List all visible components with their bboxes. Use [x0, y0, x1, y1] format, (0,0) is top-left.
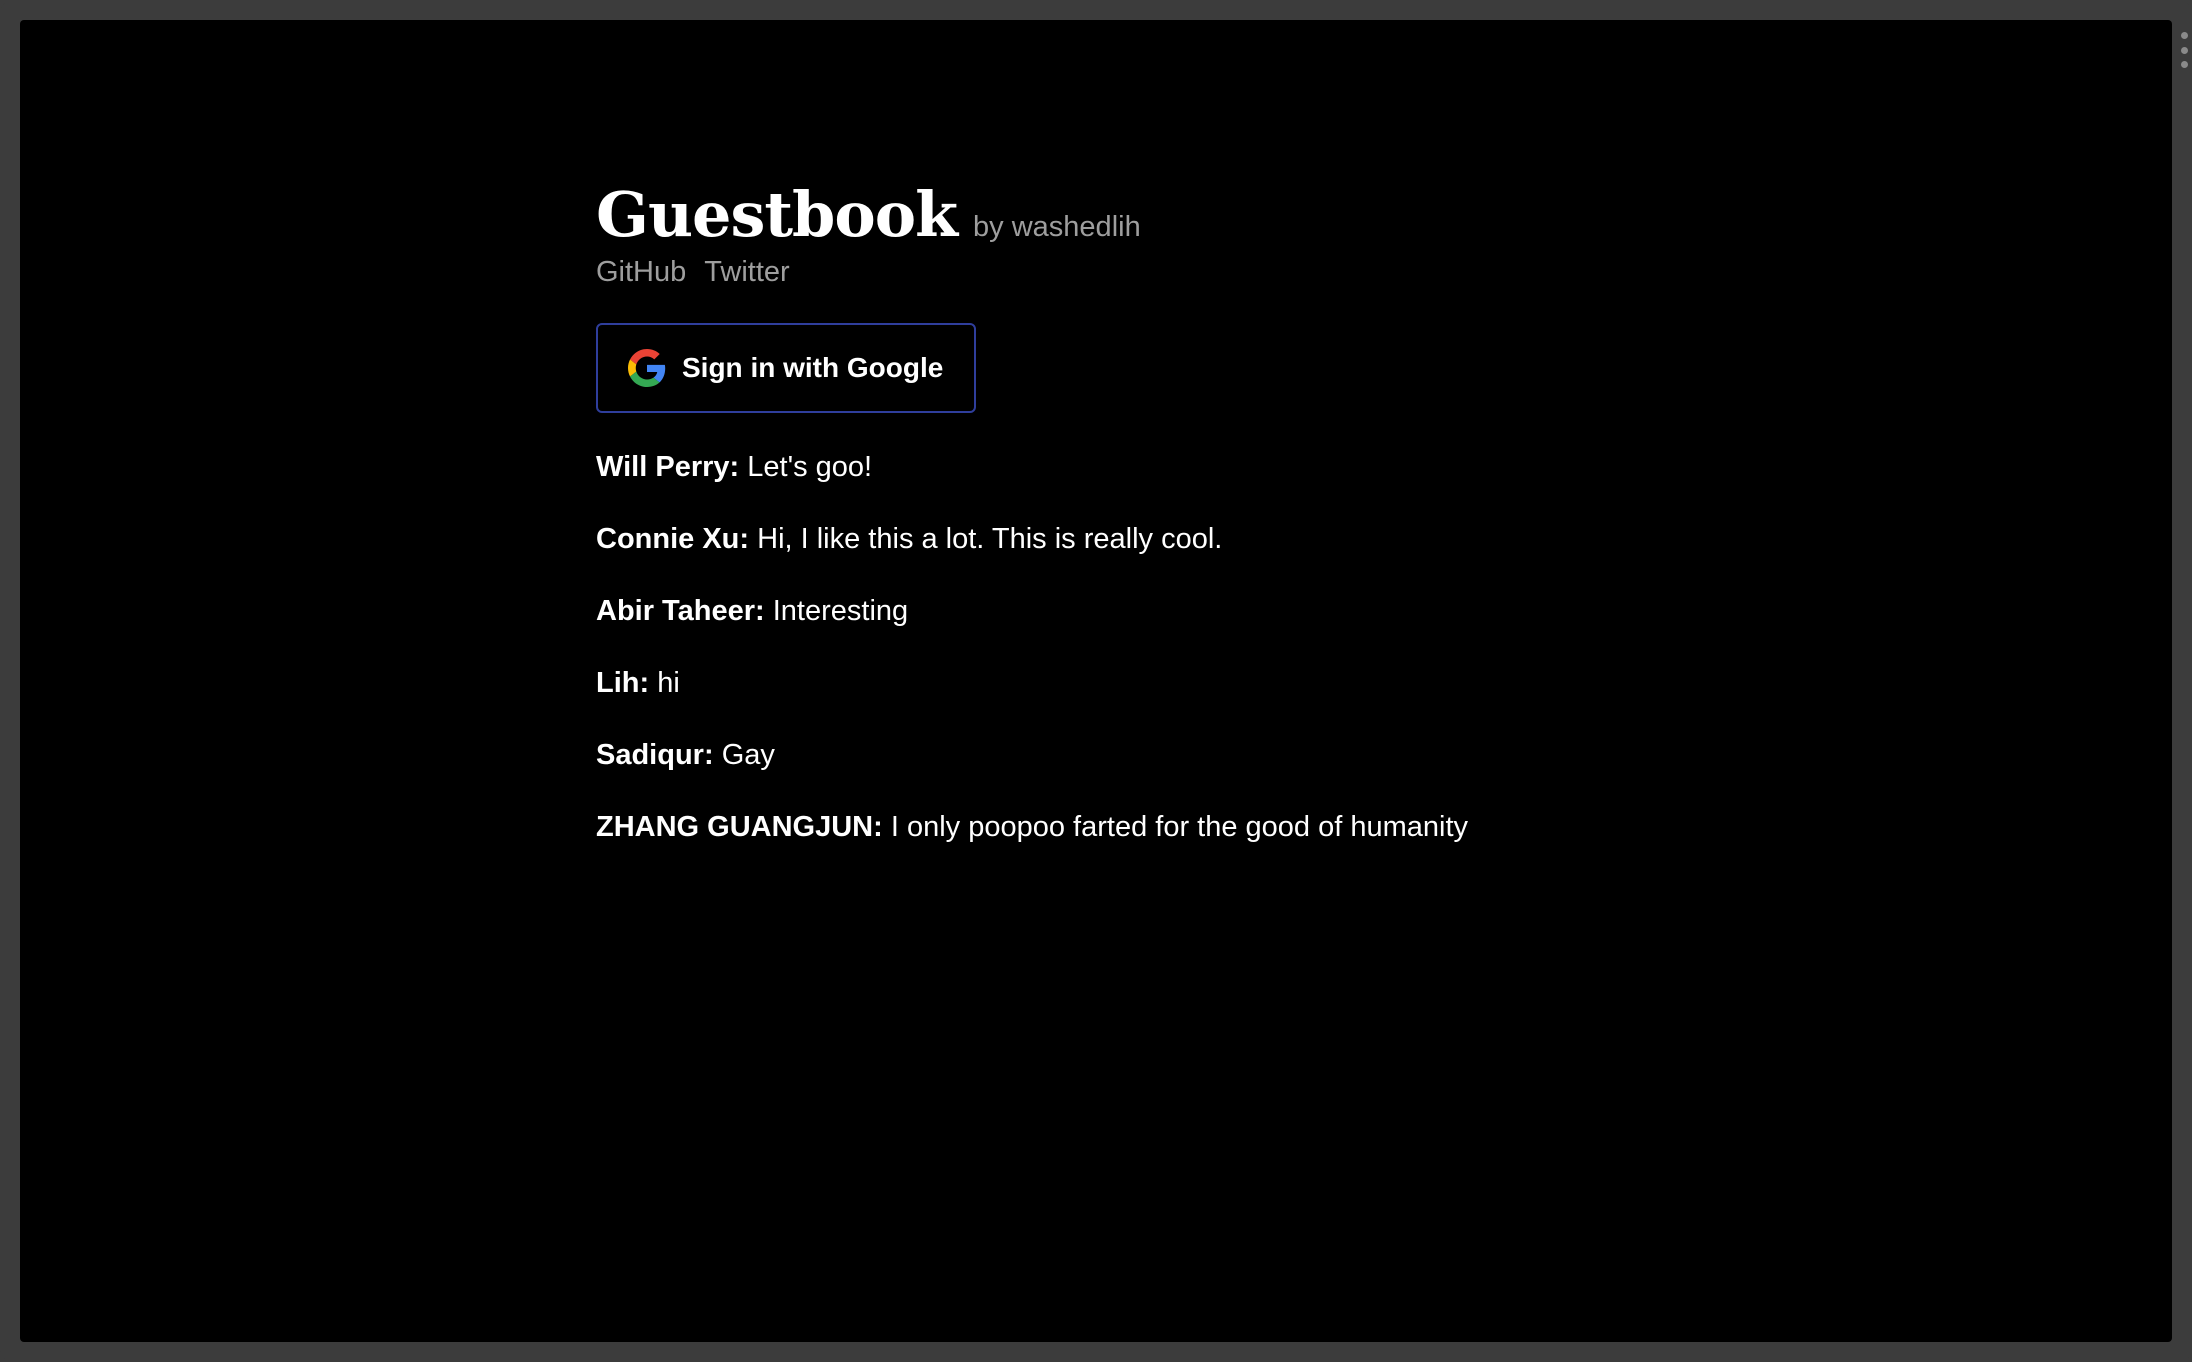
github-link[interactable]: GitHub — [596, 256, 686, 289]
entry-message: I only poopoo farted for the good of hum… — [890, 811, 1469, 843]
title-row: Guestbook by washedlih — [596, 184, 1696, 246]
entry-message: Hi, I like this a lot. This is really co… — [757, 523, 1223, 555]
sign-in-with-google-button[interactable]: Sign in with Google — [596, 323, 976, 413]
entry-author: Abir Taheer — [596, 595, 765, 627]
entry-message: Gay — [721, 739, 775, 771]
kebab-dot — [2180, 61, 2188, 68]
sign-in-label: Sign in with Google — [682, 352, 944, 383]
kebab-dot — [2180, 46, 2188, 54]
entry-message: Let's goo! — [747, 451, 873, 483]
entry-author: Will Perry — [596, 451, 739, 483]
list-item: Abir Taheer Interesting — [596, 591, 1696, 631]
entry-message: hi — [657, 667, 680, 699]
list-item: ZHANG GUANGJUN I only poopoo farted for … — [596, 807, 1696, 847]
kebab-dot — [2180, 32, 2188, 39]
entry-author: ZHANG GUANGJUN — [596, 811, 883, 843]
social-links: GitHub Twitter — [596, 256, 1696, 289]
author-byline: by washedlih — [973, 211, 1141, 243]
list-item: Sadiqur Gay — [596, 735, 1696, 775]
list-item: Will Perry Let's goo! — [596, 447, 1696, 487]
google-icon — [628, 349, 666, 387]
page-title: Guestbook — [596, 178, 958, 251]
entry-author: Lih — [596, 667, 649, 699]
browser-frame: Guestbook by washedlih GitHub Twitter Si… — [0, 0, 2192, 1362]
list-item: Connie Xu Hi, I like this a lot. This is… — [596, 519, 1696, 559]
more-options-icon[interactable] — [2178, 32, 2190, 68]
page-viewport: Guestbook by washedlih GitHub Twitter Si… — [20, 20, 2172, 1342]
entry-author: Sadiqur — [596, 739, 714, 771]
entry-author: Connie Xu — [596, 523, 749, 555]
twitter-link[interactable]: Twitter — [704, 256, 789, 289]
main-content: Guestbook by washedlih GitHub Twitter Si… — [596, 184, 1696, 879]
guestbook-entries: Will Perry Let's goo! Connie Xu Hi, I li… — [596, 447, 1696, 847]
list-item: Lih hi — [596, 663, 1696, 703]
entry-message: Interesting — [772, 595, 909, 627]
